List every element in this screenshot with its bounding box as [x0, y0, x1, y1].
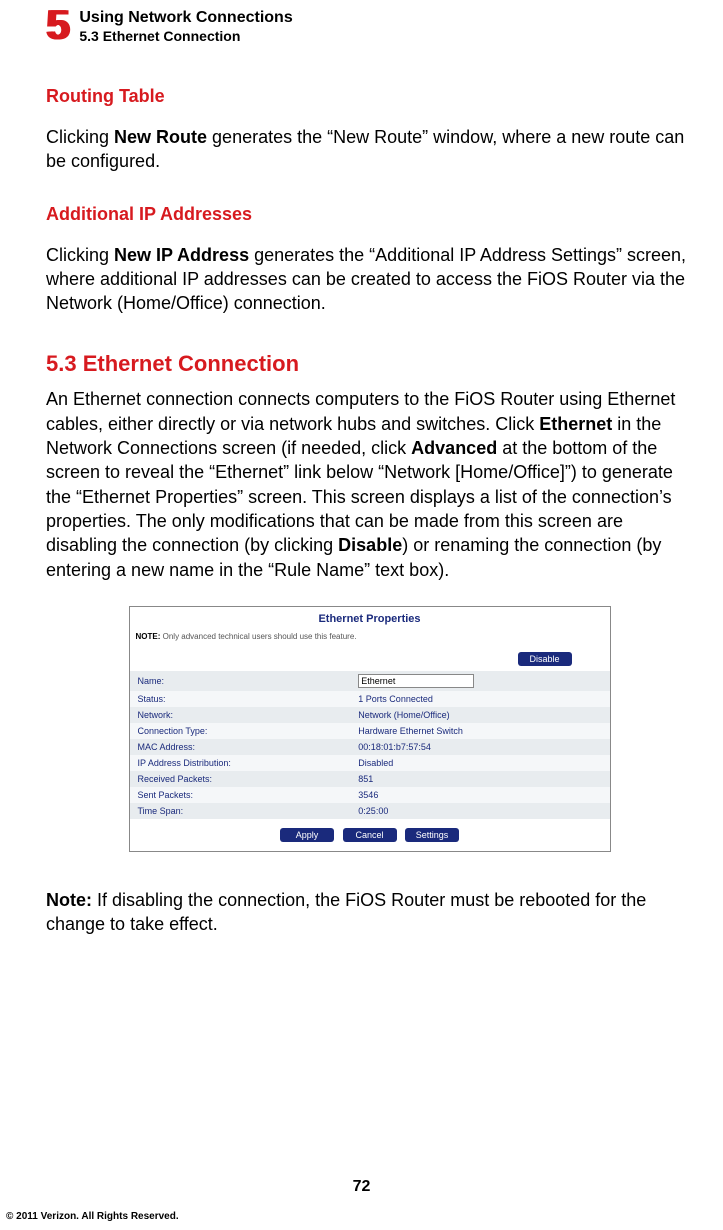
name-input[interactable] — [358, 674, 474, 688]
copyright-text: © 2011 Verizon. All Rights Reserved. — [6, 1211, 179, 1222]
bold-text: New Route — [114, 127, 207, 147]
apply-button[interactable]: Apply — [280, 828, 334, 842]
additional-ip-heading: Additional IP Addresses — [46, 204, 693, 225]
table-row: Received Packets: 851 — [130, 771, 610, 787]
table-row: MAC Address: 00:18:01:b7:57:54 — [130, 739, 610, 755]
row-value: 1 Ports Connected — [350, 691, 609, 707]
ethernet-connection-heading: 5.3 Ethernet Connection — [46, 351, 693, 377]
chapter-subtitle: 5.3 Ethernet Connection — [79, 27, 292, 45]
note-text: Only advanced technical users should use… — [160, 632, 356, 641]
row-label: Status: — [130, 691, 351, 707]
text-span: Clicking — [46, 127, 114, 147]
table-row: IP Address Distribution: Disabled — [130, 755, 610, 771]
table-row: Time Span: 0:25:00 — [130, 803, 610, 819]
row-label: Connection Type: — [130, 723, 351, 739]
bold-text: Advanced — [411, 438, 497, 458]
ethernet-connection-paragraph: An Ethernet connection connects computer… — [46, 387, 693, 581]
row-value: Disabled — [350, 755, 609, 771]
row-label: Time Span: — [130, 803, 351, 819]
table-row: Name: — [130, 671, 610, 691]
row-value: 0:25:00 — [350, 803, 609, 819]
chapter-title-block: Using Network Connections 5.3 Ethernet C… — [79, 8, 292, 45]
page-number: 72 — [0, 1178, 723, 1196]
row-value: Hardware Ethernet Switch — [350, 723, 609, 739]
row-label: Received Packets: — [130, 771, 351, 787]
note-paragraph: Note: If disabling the connection, the F… — [46, 888, 693, 937]
row-value: 851 — [350, 771, 609, 787]
table-row: Sent Packets: 3546 — [130, 787, 610, 803]
row-value: 3546 — [350, 787, 609, 803]
text-span: Clicking — [46, 245, 114, 265]
row-label: MAC Address: — [130, 739, 351, 755]
note-bold-label: Note: — [46, 890, 92, 910]
table-row: Status: 1 Ports Connected — [130, 691, 610, 707]
properties-table: Name: Status: 1 Ports Connected Network:… — [130, 671, 610, 819]
row-value: 00:18:01:b7:57:54 — [350, 739, 609, 755]
row-label: Sent Packets: — [130, 787, 351, 803]
table-row: Network: Network (Home/Office) — [130, 707, 610, 723]
chapter-title: Using Network Connections — [79, 8, 292, 27]
note-body: If disabling the connection, the FiOS Ro… — [46, 890, 646, 934]
settings-button[interactable]: Settings — [405, 828, 459, 842]
screenshot-note: NOTE: Only advanced technical users shou… — [130, 629, 610, 649]
row-label: IP Address Distribution: — [130, 755, 351, 771]
screenshot-title: Ethernet Properties — [130, 607, 610, 629]
ethernet-properties-screenshot: Ethernet Properties NOTE: Only advanced … — [129, 606, 611, 852]
chapter-number: 5 — [46, 4, 67, 46]
chapter-header: 5 Using Network Connections 5.3 Ethernet… — [46, 8, 703, 46]
note-label: NOTE: — [136, 632, 161, 641]
routing-table-heading: Routing Table — [46, 86, 693, 107]
table-row: Connection Type: Hardware Ethernet Switc… — [130, 723, 610, 739]
disable-button[interactable]: Disable — [518, 652, 572, 666]
row-label: Network: — [130, 707, 351, 723]
row-label: Name: — [130, 671, 351, 691]
routing-table-paragraph: Clicking New Route generates the “New Ro… — [46, 125, 693, 174]
bold-text: New IP Address — [114, 245, 249, 265]
bold-text: Disable — [338, 535, 402, 555]
row-value: Network (Home/Office) — [350, 707, 609, 723]
bold-text: Ethernet — [539, 414, 612, 434]
additional-ip-paragraph: Clicking New IP Address generates the “A… — [46, 243, 693, 316]
cancel-button[interactable]: Cancel — [343, 828, 397, 842]
